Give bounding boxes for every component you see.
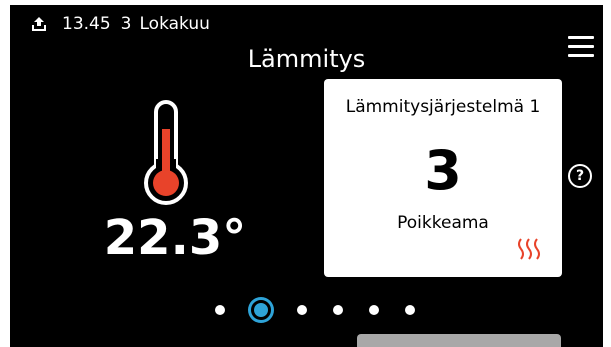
hamburger-menu-icon[interactable]	[568, 36, 594, 58]
date-day: 3	[120, 14, 132, 34]
help-button[interactable]: ?	[568, 164, 592, 188]
page-dot-1[interactable]	[215, 305, 225, 315]
upload-icon	[32, 17, 46, 31]
bottom-pull-tab[interactable]	[357, 334, 561, 347]
current-temperature: 22.3°	[103, 210, 247, 266]
heat-waves-icon	[518, 238, 540, 260]
heating-system-card[interactable]: Lämmitysjärjestelmä 1 3 Poikkeama	[324, 79, 562, 277]
page-title: Lämmitys	[247, 45, 366, 73]
page-dot-3[interactable]	[297, 305, 307, 315]
status-bar: 13.45 3 Lokakuu	[30, 12, 210, 36]
question-mark-icon: ?	[575, 168, 585, 184]
screen: 13.45 3 Lokakuu Lämmitys 22.3° Lämmitysj…	[10, 5, 603, 347]
page-dot-4[interactable]	[333, 305, 343, 315]
thermometer-icon	[144, 100, 188, 205]
card-title: Lämmitysjärjestelmä 1	[345, 97, 541, 117]
clock-time: 13.45	[62, 14, 111, 34]
page-dot-2-active[interactable]	[251, 300, 271, 320]
page-indicator	[202, 300, 428, 320]
date-month: Lokakuu	[139, 14, 210, 34]
offset-label: Poikkeama	[397, 213, 489, 233]
page-dot-6[interactable]	[405, 305, 415, 315]
page-dot-5[interactable]	[369, 305, 379, 315]
offset-value: 3	[424, 139, 462, 202]
